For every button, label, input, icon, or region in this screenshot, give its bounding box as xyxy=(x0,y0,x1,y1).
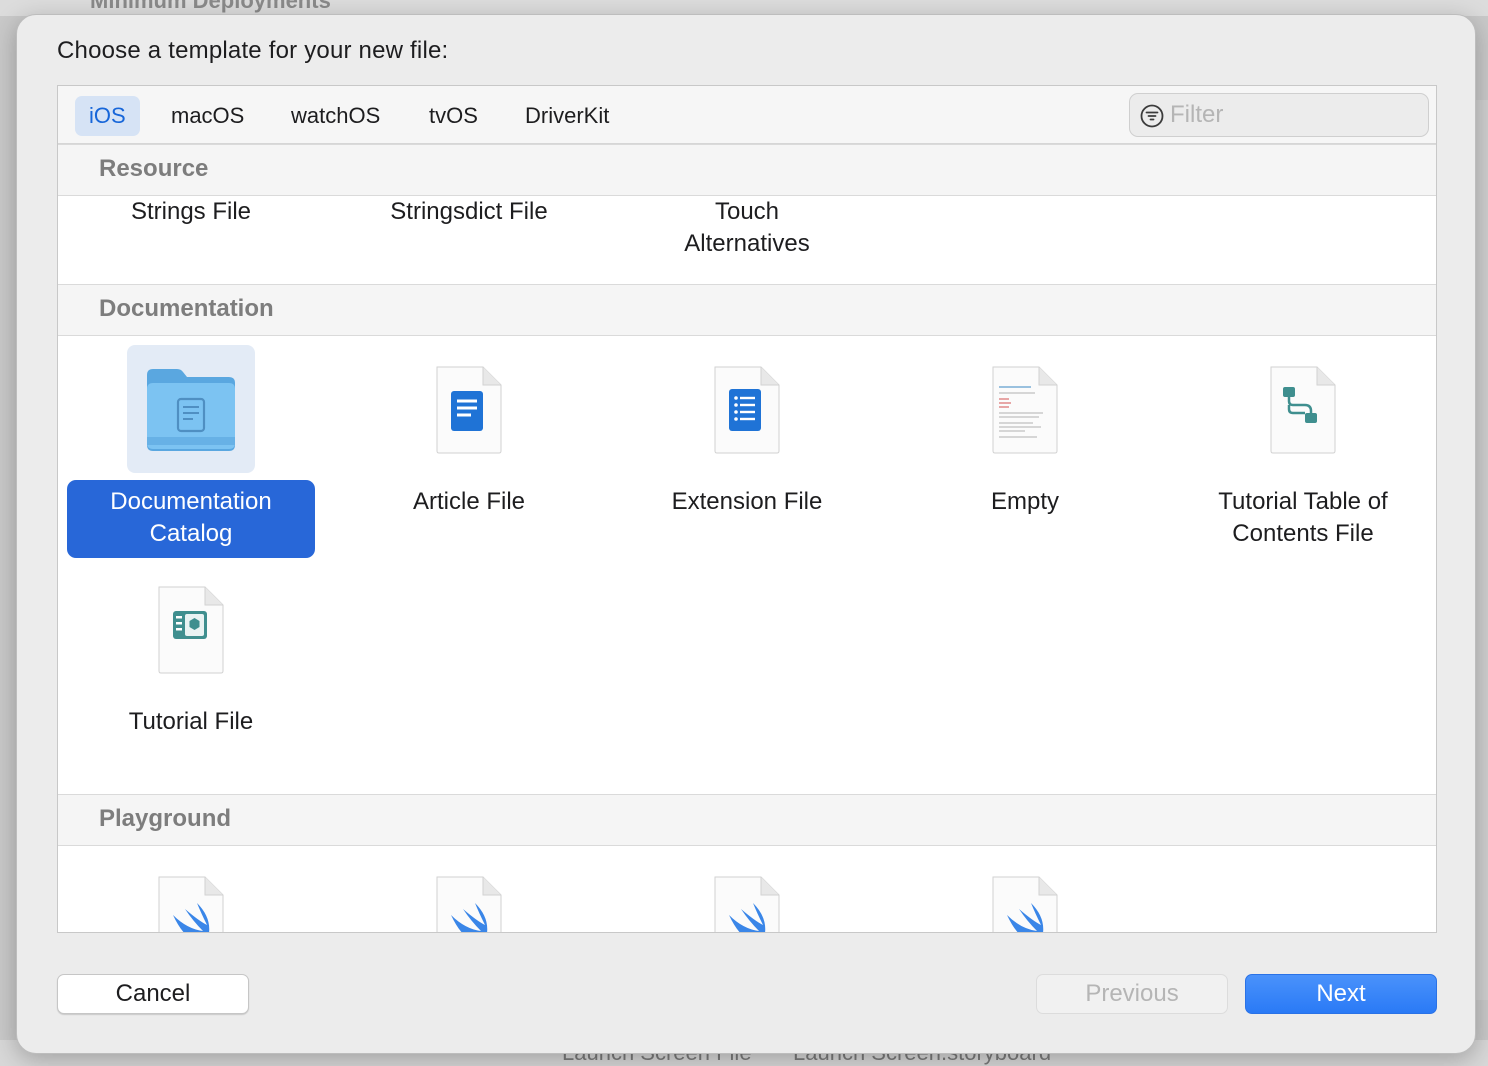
filter-input[interactable] xyxy=(1170,98,1420,132)
folder-icon xyxy=(147,369,235,451)
template-tutorial-toc-file[interactable]: Tutorial Table of Contents File xyxy=(1179,486,1427,550)
section-header-playground: Playground xyxy=(58,794,1436,846)
template-extension-file-icon-tile[interactable] xyxy=(707,361,787,457)
swift-file-icon xyxy=(714,876,780,932)
section-title: Documentation xyxy=(99,295,274,322)
cancel-button[interactable]: Cancel xyxy=(57,974,249,1014)
tutorial-toc-file-icon xyxy=(1270,366,1336,454)
tab-tvos[interactable]: tvOS xyxy=(415,96,492,136)
template-playground-2-icon-tile[interactable] xyxy=(429,871,509,932)
swift-file-icon xyxy=(158,876,224,932)
next-button[interactable]: Next xyxy=(1245,974,1437,1014)
new-file-template-sheet: Choose a template for your new file: iOS… xyxy=(16,14,1476,1054)
template-empty-icon-tile[interactable] xyxy=(985,361,1065,457)
tab-driverkit[interactable]: DriverKit xyxy=(511,96,623,136)
background-window-edge xyxy=(1476,100,1488,1000)
extension-file-icon xyxy=(714,366,780,454)
template-playground-4-icon-tile[interactable] xyxy=(985,871,1065,932)
section-header-resource: Resource xyxy=(58,144,1436,196)
swift-file-icon xyxy=(436,876,502,932)
template-extension-file[interactable]: Extension File xyxy=(623,486,871,518)
tab-ios[interactable]: iOS xyxy=(75,96,140,136)
template-empty[interactable]: Empty xyxy=(901,486,1149,518)
previous-button[interactable]: Previous xyxy=(1036,974,1228,1014)
template-documentation-catalog[interactable]: Documentation Catalog xyxy=(67,480,315,558)
dialog-title: Choose a template for your new file: xyxy=(57,37,449,64)
empty-file-icon xyxy=(992,366,1058,454)
template-touch-alternatives[interactable]: Touch Alternatives xyxy=(623,196,871,260)
template-tutorial-file[interactable]: Tutorial File xyxy=(67,706,315,738)
tab-macos[interactable]: macOS xyxy=(157,96,258,136)
platform-tab-bar: iOS macOS watchOS tvOS DriverKit xyxy=(58,86,1436,144)
template-stringsdict-file[interactable]: Stringsdict File xyxy=(345,196,593,228)
background-heading: Minimum Deployments xyxy=(90,0,331,13)
template-tutorial-file-icon-tile[interactable] xyxy=(151,581,231,677)
template-article-file-icon-tile[interactable] xyxy=(429,361,509,457)
filter-field[interactable] xyxy=(1129,93,1429,137)
section-header-documentation: Documentation xyxy=(58,284,1436,336)
tutorial-file-icon xyxy=(158,586,224,674)
template-article-file[interactable]: Article File xyxy=(345,486,593,518)
template-playground-1-icon-tile[interactable] xyxy=(151,871,231,932)
template-strings-file[interactable]: Strings File xyxy=(67,196,315,228)
tab-watchos[interactable]: watchOS xyxy=(277,96,394,136)
swift-file-icon xyxy=(992,876,1058,932)
article-file-icon xyxy=(436,366,502,454)
filter-icon xyxy=(1140,104,1164,128)
template-tutorial-toc-icon-tile[interactable] xyxy=(1263,361,1343,457)
template-documentation-catalog-icon-tile[interactable] xyxy=(127,345,255,473)
template-browser: iOS macOS watchOS tvOS DriverKit Resourc… xyxy=(57,85,1437,933)
section-title: Playground xyxy=(99,805,232,832)
section-title: Resource xyxy=(99,155,209,182)
template-playground-3-icon-tile[interactable] xyxy=(707,871,787,932)
